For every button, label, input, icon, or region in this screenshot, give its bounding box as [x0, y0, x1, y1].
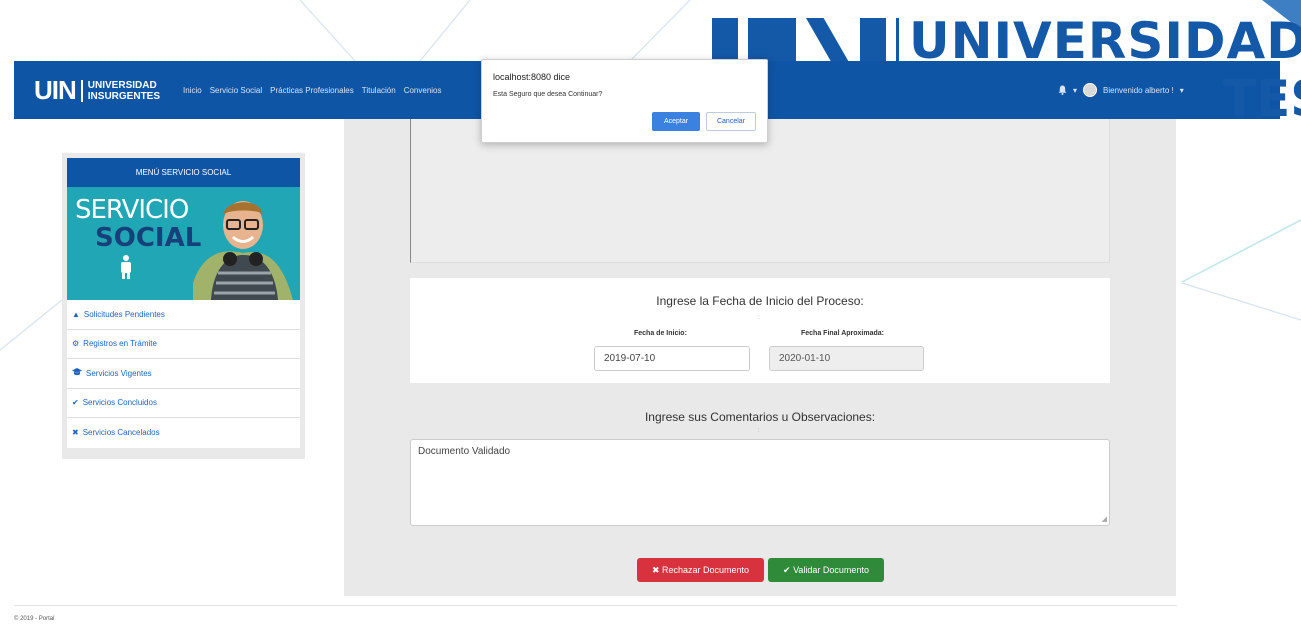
- logo-line2: INSURGENTES: [87, 90, 161, 102]
- sidebar-item-label: Servicios Concluidos: [82, 398, 157, 408]
- user-greeting[interactable]: Bienvenido alberto !: [1103, 86, 1174, 95]
- check-icon: ✔: [783, 564, 794, 575]
- sidebar-menu: ▲ Solicitudes Pendientes ⚙ Registros en …: [67, 300, 300, 448]
- check-icon: ✔: [72, 398, 79, 408]
- avatar[interactable]: [1083, 83, 1098, 97]
- dialog-message: Esta Seguro que desea Continuar?: [493, 91, 603, 98]
- nav-link-convenios[interactable]: Convenios: [404, 86, 442, 95]
- accept-button[interactable]: Aceptar: [652, 112, 700, 131]
- brand-bar: [860, 18, 886, 64]
- footer-divider: [14, 605, 1177, 606]
- brand-bar: [896, 18, 899, 64]
- nav-link-servicio-social[interactable]: Servicio Social: [210, 86, 262, 95]
- footer-text: © 2019 - Portal: [14, 616, 55, 622]
- start-date-input[interactable]: 2019-07-10: [594, 346, 750, 371]
- logo-subtitle: UNIVERSIDAD INSURGENTES: [88, 80, 160, 102]
- sidebar-item-label: Registros en Trámite: [83, 339, 157, 349]
- student-photo: [193, 201, 293, 300]
- cogs-icon: ⚙: [72, 339, 80, 349]
- colon-mark: :: [758, 428, 760, 434]
- sidebar-item-servicios-concluidos[interactable]: ✔ Servicios Concluidos: [67, 389, 300, 418]
- validate-document-button[interactable]: ✔ Validar Documento: [768, 558, 884, 582]
- user-dropdown-caret[interactable]: ▾: [1180, 86, 1184, 95]
- resize-grip-icon[interactable]: ◢: [1102, 515, 1107, 523]
- logo-line1: UNIVERSIDAD: [87, 79, 157, 91]
- sidebar: MENÚ SERVICIO SOCIAL SERVICIO SOCIAL ▲ S…: [62, 153, 305, 459]
- sidebar-item-label: Solicitudes Pendientes: [83, 309, 165, 319]
- comments-text: Documento Validado: [418, 446, 511, 457]
- servicio-social-banner: SERVICIO SOCIAL: [67, 187, 300, 300]
- banner-title-line1: SERVICIO: [75, 195, 189, 225]
- brand-bar: [712, 18, 738, 64]
- sidebar-item-label: Servicios Vigentes: [86, 368, 152, 378]
- nav-link-titulacion[interactable]: Titulación: [362, 86, 396, 95]
- reject-label: Rechazar Documento: [662, 564, 750, 575]
- warning-icon: ▲: [72, 309, 80, 319]
- reject-document-button[interactable]: ✖ Rechazar Documento: [637, 558, 764, 582]
- start-date-label: Fecha de Inicio:: [634, 330, 687, 337]
- bell-icon[interactable]: [1058, 85, 1067, 95]
- sidebar-header: MENÚ SERVICIO SOCIAL: [67, 158, 300, 187]
- end-date-label: Fecha Final Aproximada:: [801, 330, 884, 337]
- student-figure-icon: [121, 255, 131, 279]
- sidebar-item-servicios-cancelados[interactable]: ✖ Servicios Cancelados: [67, 418, 300, 448]
- watermark-text-bottom: TES: [1222, 70, 1301, 128]
- validate-label: Validar Documento: [793, 564, 869, 575]
- times-icon: ✖: [651, 564, 662, 575]
- bell-dropdown-caret[interactable]: ▾: [1073, 86, 1077, 95]
- sidebar-item-solicitudes-pendientes[interactable]: ▲ Solicitudes Pendientes: [67, 300, 300, 330]
- uin-logo[interactable]: UIN UNIVERSIDAD INSURGENTES: [34, 75, 160, 106]
- nav-links: Inicio Servicio Social Prácticas Profesi…: [183, 86, 442, 95]
- sidebar-item-label: Servicios Cancelados: [82, 428, 160, 438]
- user-menu: ▾ Bienvenido alberto ! ▾: [1058, 83, 1184, 97]
- cancel-button[interactable]: Cancelar: [706, 112, 756, 131]
- sidebar-item-servicios-vigentes[interactable]: Servicios Vigentes: [67, 359, 300, 389]
- date-section: Ingrese la Fecha de Inicio del Proceso: …: [410, 278, 1110, 383]
- watermark-text: UNIVERSIDAD: [909, 12, 1301, 70]
- main-panel: Ingrese la Fecha de Inicio del Proceso: …: [344, 119, 1176, 596]
- colon-mark: :: [758, 315, 760, 321]
- nav-link-practicas[interactable]: Prácticas Profesionales: [270, 86, 354, 95]
- brand-bar: [748, 18, 796, 64]
- logo-mark: UIN: [34, 75, 77, 105]
- end-date-input: 2020-01-10: [769, 346, 924, 371]
- comments-title: Ingrese sus Comentarios u Observaciones:: [644, 410, 876, 424]
- graduation-cap-icon: [72, 368, 82, 378]
- logo-divider: [80, 79, 83, 102]
- date-section-title: Ingrese la Fecha de Inicio del Proceso:: [656, 294, 864, 308]
- brand-bar: [806, 18, 850, 64]
- nav-link-inicio[interactable]: Inicio: [183, 86, 202, 95]
- confirm-dialog: localhost:8080 dice Esta Seguro que dese…: [481, 59, 768, 143]
- dialog-title: localhost:8080 dice: [493, 72, 571, 82]
- sidebar-item-registros-en-tramite[interactable]: ⚙ Registros en Trámite: [67, 330, 300, 359]
- times-icon: ✖: [72, 428, 79, 438]
- comments-textarea[interactable]: Documento Validado ◢: [410, 439, 1110, 526]
